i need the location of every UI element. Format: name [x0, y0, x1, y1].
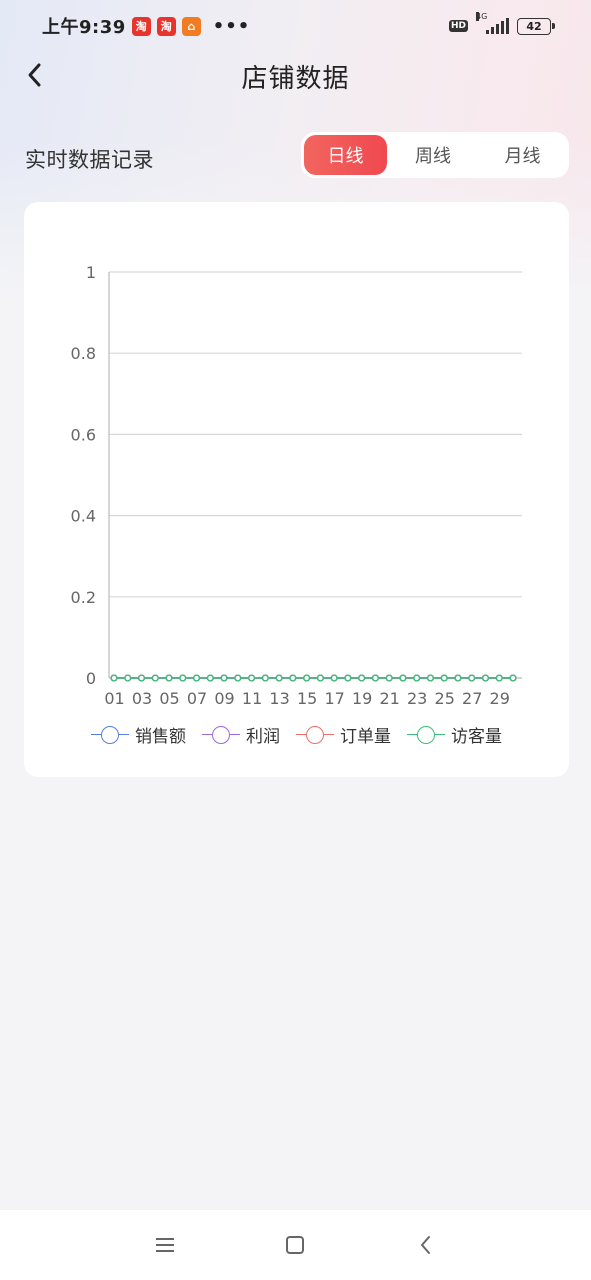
data-point	[220, 674, 228, 682]
page-title: 店铺数据	[241, 64, 350, 94]
home-button[interactable]	[275, 1225, 315, 1265]
legend-label: 利润	[246, 727, 280, 747]
legend-marker-icon	[91, 725, 129, 745]
legend-marker-icon	[407, 725, 445, 745]
x-tick-label: 09	[214, 689, 234, 708]
status-right: HD 4G 42	[448, 12, 555, 35]
data-point	[454, 674, 462, 682]
data-point	[165, 674, 173, 682]
data-point	[399, 674, 407, 682]
battery-level: 42	[526, 19, 542, 33]
chart-card: 0 0.2 0.4 0.6 0.8 1 01 03 05 07 09 11 13 15 17 19 21 23 25…	[24, 202, 569, 777]
data-point	[344, 674, 352, 682]
data-point	[358, 674, 366, 682]
line-chart: 0 0.2 0.4 0.6 0.8 1 01 03 05 07 09 11 13 15 17 19 21 23 25…	[71, 263, 522, 708]
y-tick-label: 0.2	[71, 588, 96, 607]
x-tick-label: 21	[379, 689, 399, 708]
section-title: 实时数据记录	[25, 148, 154, 172]
home-app-icon: ⌂	[181, 16, 201, 36]
legend-marker-icon	[296, 725, 334, 745]
back-chevron-icon	[420, 1236, 430, 1254]
nav-header: 店铺数据	[0, 52, 591, 98]
data-point	[303, 674, 311, 682]
y-tick-label: 0.4	[71, 507, 96, 526]
x-tick-label: 15	[297, 689, 317, 708]
data-point	[275, 674, 283, 682]
y-tick-label: 0.8	[71, 344, 96, 363]
tab-monthly[interactable]: 月线	[479, 135, 566, 175]
x-tick-label: 13	[269, 689, 289, 708]
data-point	[138, 674, 146, 682]
data-point	[110, 674, 118, 682]
taobao-icon: 淘	[156, 16, 176, 36]
data-point	[330, 674, 338, 682]
tab-weekly[interactable]: 周线	[387, 135, 479, 175]
system-back-button[interactable]	[406, 1225, 446, 1265]
x-tick-label: 29	[490, 689, 510, 708]
x-tick-label: 17	[324, 689, 344, 708]
system-navigation-bar	[0, 1210, 591, 1280]
battery-icon: 42	[517, 17, 555, 35]
menu-button[interactable]	[145, 1225, 185, 1265]
legend-item[interactable]: 访客量	[407, 722, 502, 747]
menu-icon	[156, 1238, 175, 1252]
more-notifications-icon: •••	[212, 15, 251, 37]
x-tick-label: 01	[104, 689, 124, 708]
data-point	[179, 674, 187, 682]
legend-item[interactable]: 订单量	[296, 722, 391, 747]
data-point	[426, 674, 434, 682]
legend-item[interactable]: 销售额	[91, 722, 186, 747]
data-point	[261, 674, 269, 682]
data-point	[413, 674, 421, 682]
hd-badge: HD	[448, 20, 468, 32]
taobao-icon: 淘	[131, 16, 151, 36]
legend-item[interactable]: 利润	[202, 722, 280, 747]
signal-icon: 4G	[476, 12, 509, 34]
data-point	[495, 674, 503, 682]
legend-label: 销售额	[135, 727, 186, 747]
tab-daily[interactable]: 日线	[304, 135, 387, 175]
data-point	[509, 674, 517, 682]
y-tick-label: 0	[86, 669, 96, 688]
x-tick-label: 27	[462, 689, 482, 708]
legend-label: 订单量	[340, 727, 391, 747]
data-point	[206, 674, 214, 682]
x-tick-label: 23	[407, 689, 427, 708]
data-point	[468, 674, 476, 682]
data-point	[440, 674, 448, 682]
data-point	[289, 674, 297, 682]
home-square-icon	[286, 1236, 305, 1254]
x-tick-label: 11	[242, 689, 262, 708]
x-tick-label: 03	[132, 689, 152, 708]
data-point	[371, 674, 379, 682]
data-point	[385, 674, 393, 682]
x-tick-label: 07	[187, 689, 207, 708]
network-type: 4G	[476, 12, 488, 21]
legend-label: 访客量	[451, 727, 502, 747]
status-bar: 上午9:39 淘 淘 ⌂ ••• HD 4G 42	[0, 0, 591, 52]
data-point	[151, 674, 159, 682]
x-tick-label: 25	[435, 689, 455, 708]
x-tick-label: 19	[352, 689, 372, 708]
chart-legend: 销售额 利润 订单量 访客量	[24, 722, 569, 747]
legend-marker-icon	[202, 725, 240, 745]
data-point	[481, 674, 489, 682]
data-point	[234, 674, 242, 682]
y-tick-label: 0.6	[71, 425, 96, 444]
data-point	[193, 674, 201, 682]
x-tick-label: 05	[159, 689, 179, 708]
y-tick-label: 1	[86, 263, 96, 282]
data-point	[316, 674, 324, 682]
data-point	[124, 674, 132, 682]
section-row: 实时数据记录 日线 周线 月线	[0, 132, 591, 180]
period-segmented-control: 日线 周线 月线	[301, 132, 569, 178]
data-point	[248, 674, 256, 682]
status-time: 上午9:39	[42, 17, 126, 38]
